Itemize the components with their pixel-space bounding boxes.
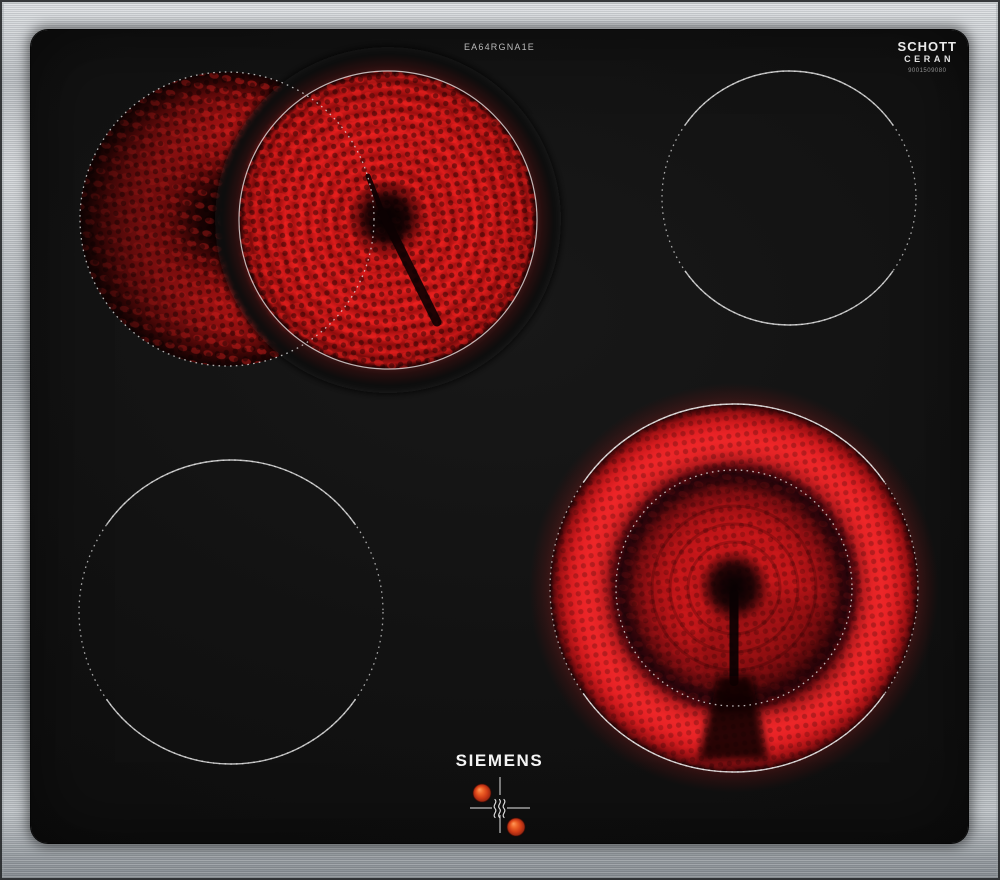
hot-indicator-dot-rear-left — [472, 783, 492, 803]
cooktop-product-photo: EA64RGNA1E SCHOTT CERAN 9001509080 SIEME… — [0, 0, 1000, 880]
residual-heat-indicator — [470, 777, 530, 837]
heat-wave-stroke — [493, 798, 497, 819]
schott-logo-maker: SCHOTT — [897, 39, 957, 54]
heat-wave-stroke — [502, 798, 506, 819]
zone-solid-arcs — [661, 70, 917, 326]
cooking-zone-rear-right — [661, 70, 917, 326]
cooking-zones-graphic — [78, 47, 939, 837]
heat-wave-stroke — [498, 798, 501, 819]
inner-circuit-element — [222, 54, 554, 386]
brand-logo: SIEMENS — [455, 751, 544, 770]
schott-ceran-logo: SCHOTT CERAN 9001509080 — [898, 40, 957, 74]
zone-dotted-outline — [661, 70, 917, 326]
model-number-marking: EA64RGNA1E — [463, 42, 536, 52]
cooking-zone-front-right — [529, 383, 939, 793]
zone-solid-arcs — [78, 459, 384, 765]
residual-heat-icon — [493, 798, 506, 819]
schott-logo-code: 9001509080 — [908, 68, 947, 74]
temperature-sensor-rod — [729, 590, 739, 686]
ceran-glass-surface: EA64RGNA1E SCHOTT CERAN 9001509080 SIEME… — [31, 30, 968, 843]
cooking-zone-rear-left — [79, 47, 561, 393]
schott-logo-line: CERAN — [904, 54, 955, 64]
hot-indicator-dot-front-right — [506, 817, 526, 837]
zone-dotted-outline — [78, 459, 384, 765]
cooking-zone-front-left — [78, 459, 384, 765]
